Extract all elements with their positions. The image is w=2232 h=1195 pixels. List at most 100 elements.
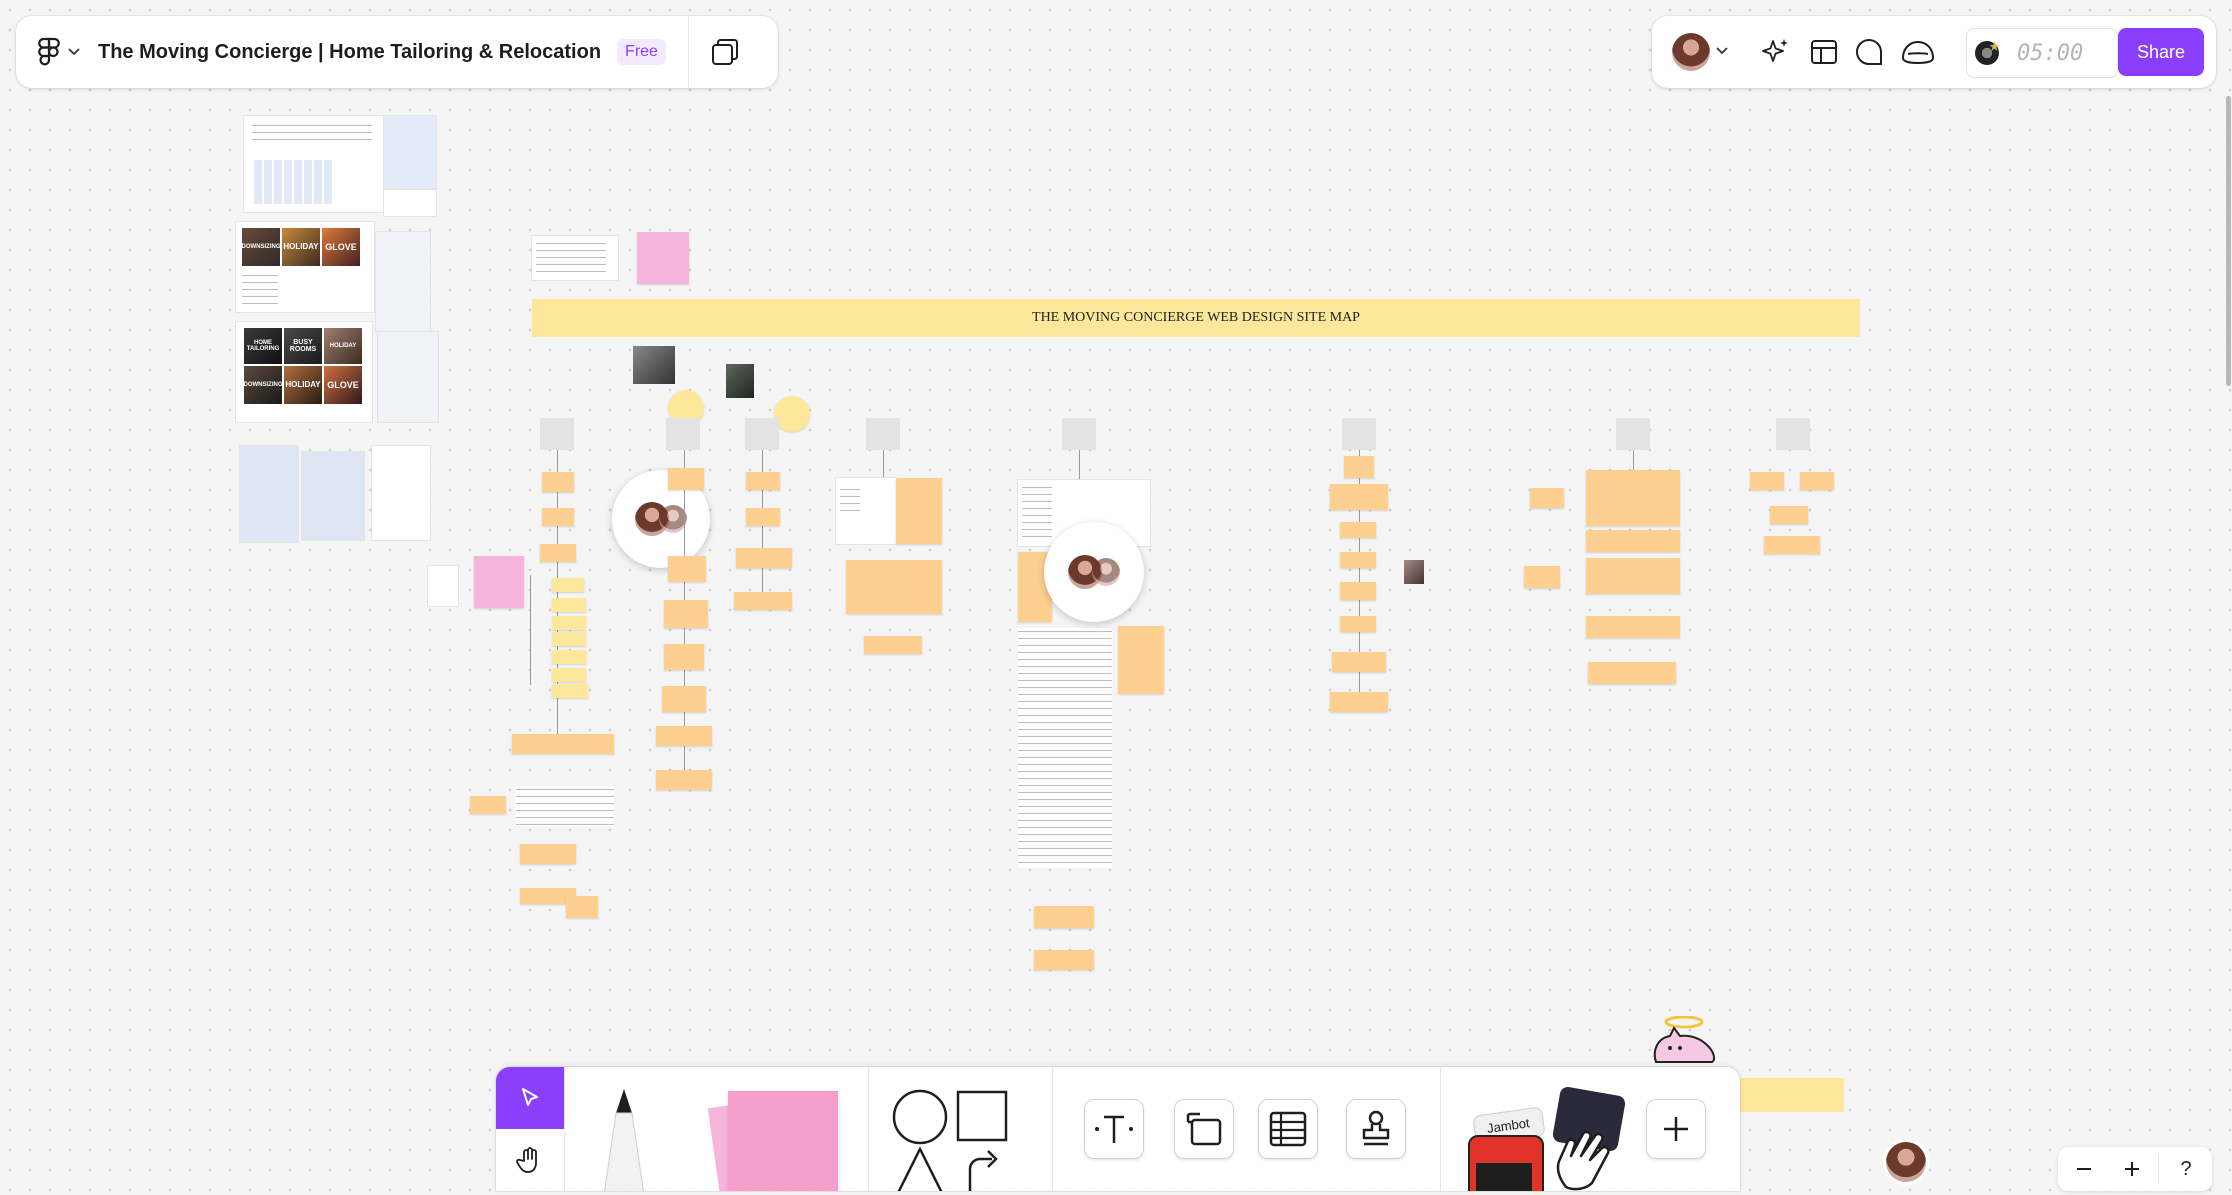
- comment-card[interactable]: [302, 452, 364, 540]
- sitemap-node[interactable]: [1342, 418, 1376, 450]
- user-avatar[interactable]: [1672, 33, 1710, 71]
- sticky-note[interactable]: [542, 472, 574, 492]
- sticky-note[interactable]: [552, 668, 586, 682]
- pages-button[interactable]: [689, 16, 761, 88]
- sticky-note[interactable]: [746, 472, 780, 490]
- text-block[interactable]: [1018, 628, 1112, 868]
- sticky-note[interactable]: [552, 578, 584, 592]
- sticky-note[interactable]: [846, 560, 942, 614]
- zoom-in-button[interactable]: [2114, 1151, 2150, 1187]
- sticky-note[interactable]: [1344, 456, 1374, 478]
- sticky-note[interactable]: [896, 478, 942, 544]
- sitemap-node[interactable]: [666, 418, 700, 450]
- sticky-note[interactable]: [668, 468, 704, 490]
- templates-icon[interactable]: [1810, 38, 1838, 66]
- contact-info-note[interactable]: [532, 236, 618, 280]
- sticky-note[interactable]: [1586, 558, 1680, 594]
- sticky-note[interactable]: [566, 896, 598, 918]
- sticky-note[interactable]: [664, 600, 708, 628]
- sticky-note[interactable]: [512, 734, 614, 754]
- sitemap-node[interactable]: [1062, 418, 1096, 450]
- sticky-note[interactable]: [1530, 488, 1564, 508]
- sticky-note[interactable]: [662, 686, 706, 712]
- table-tool[interactable]: [1258, 1099, 1318, 1159]
- share-button[interactable]: Share: [2118, 28, 2204, 76]
- sticky-note[interactable]: [1586, 616, 1680, 638]
- sticky-note-tool[interactable]: [728, 1091, 838, 1191]
- image-thumbnail[interactable]: [1404, 560, 1424, 584]
- chevron-down-icon[interactable]: [1716, 47, 1728, 55]
- sticky-note[interactable]: [656, 770, 712, 790]
- collaborator-avatar[interactable]: [1886, 1142, 1926, 1182]
- doc-screenshot[interactable]: [244, 116, 384, 212]
- sticky-note[interactable]: [656, 726, 712, 746]
- move-tool[interactable]: [496, 1067, 564, 1129]
- sticky-note[interactable]: [668, 556, 706, 582]
- text-tool[interactable]: [1084, 1099, 1144, 1159]
- sitemap-node[interactable]: [540, 418, 574, 450]
- sticky-note[interactable]: [542, 508, 574, 526]
- sticky-note[interactable]: [552, 684, 588, 698]
- plan-badge[interactable]: Free: [617, 39, 666, 65]
- sticky-note[interactable]: [1330, 692, 1388, 712]
- more-tools-button[interactable]: [1646, 1099, 1706, 1159]
- sticky-note[interactable]: [1332, 652, 1386, 672]
- comment-thread[interactable]: [384, 190, 436, 216]
- section-tool[interactable]: [1174, 1099, 1234, 1159]
- sticky-note[interactable]: [637, 232, 689, 284]
- sticky-note[interactable]: [1586, 530, 1680, 552]
- doc-screenshot[interactable]: [428, 566, 458, 606]
- sitemap-node[interactable]: [1776, 418, 1810, 450]
- marker-tool[interactable]: [596, 1089, 652, 1191]
- sticky-note[interactable]: [1340, 616, 1376, 632]
- sticky-note[interactable]: [552, 598, 586, 612]
- sticky-note[interactable]: [1118, 626, 1164, 694]
- main-menu-button[interactable]: [38, 37, 80, 67]
- sitemap-node[interactable]: [1616, 418, 1650, 450]
- sticky-note[interactable]: [552, 616, 586, 630]
- text-block[interactable]: [516, 786, 614, 826]
- file-title[interactable]: The Moving Concierge | Home Tailoring & …: [98, 41, 601, 64]
- sticky-note[interactable]: [1330, 484, 1388, 510]
- image-thumbnail[interactable]: [633, 346, 675, 384]
- sticky-note[interactable]: [1034, 950, 1094, 970]
- sticky-note[interactable]: [1340, 522, 1376, 538]
- sticky-note[interactable]: [1340, 582, 1376, 600]
- sticky-note[interactable]: [1588, 662, 1676, 684]
- sticky-note[interactable]: [1800, 472, 1834, 490]
- sticky-note[interactable]: [664, 644, 704, 670]
- sticky-note[interactable]: [552, 650, 586, 664]
- sticky-note[interactable]: [1770, 506, 1808, 524]
- wave-hand-icon[interactable]: [1552, 1127, 1622, 1191]
- hand-tool[interactable]: [496, 1129, 564, 1191]
- audio-chat-icon[interactable]: [1900, 38, 1936, 66]
- sitemap-node[interactable]: [745, 418, 779, 450]
- comment-card[interactable]: [372, 446, 430, 540]
- sticky-note[interactable]: [552, 632, 586, 646]
- ai-sparkle-icon[interactable]: [1760, 36, 1792, 68]
- help-button[interactable]: ?: [2166, 1151, 2206, 1187]
- sticky-note[interactable]: [470, 796, 506, 814]
- sticky-note[interactable]: [864, 636, 922, 654]
- sitemap-node[interactable]: [866, 418, 900, 450]
- comment-thread[interactable]: [378, 332, 438, 422]
- sticky-note[interactable]: [1340, 552, 1376, 568]
- sticky-note[interactable]: [736, 548, 792, 568]
- stamp-tool[interactable]: [1346, 1099, 1406, 1159]
- sticky-note[interactable]: [774, 396, 810, 432]
- shape-tool[interactable]: [892, 1089, 1022, 1191]
- vertical-scrollbar[interactable]: [2226, 96, 2231, 386]
- comment-card[interactable]: [240, 446, 298, 542]
- sticky-note[interactable]: [1750, 472, 1784, 490]
- zoom-out-button[interactable]: [2066, 1151, 2102, 1187]
- widgets-tool[interactable]: Jambot: [1468, 1105, 1552, 1191]
- image-thumbnail[interactable]: [726, 364, 754, 398]
- collaborator-cursor-bubble[interactable]: [1044, 522, 1144, 622]
- sticky-note[interactable]: [474, 556, 524, 608]
- timer-widget[interactable]: ★ 05:00: [1966, 28, 2118, 78]
- sticky-note[interactable]: [1034, 906, 1094, 928]
- sticky-note[interactable]: [746, 508, 780, 526]
- sticky-note[interactable]: [1524, 566, 1560, 588]
- sticky-note[interactable]: [1586, 470, 1680, 526]
- photo-board[interactable]: DOWNSIZING HOLIDAY GLOVE: [236, 222, 374, 312]
